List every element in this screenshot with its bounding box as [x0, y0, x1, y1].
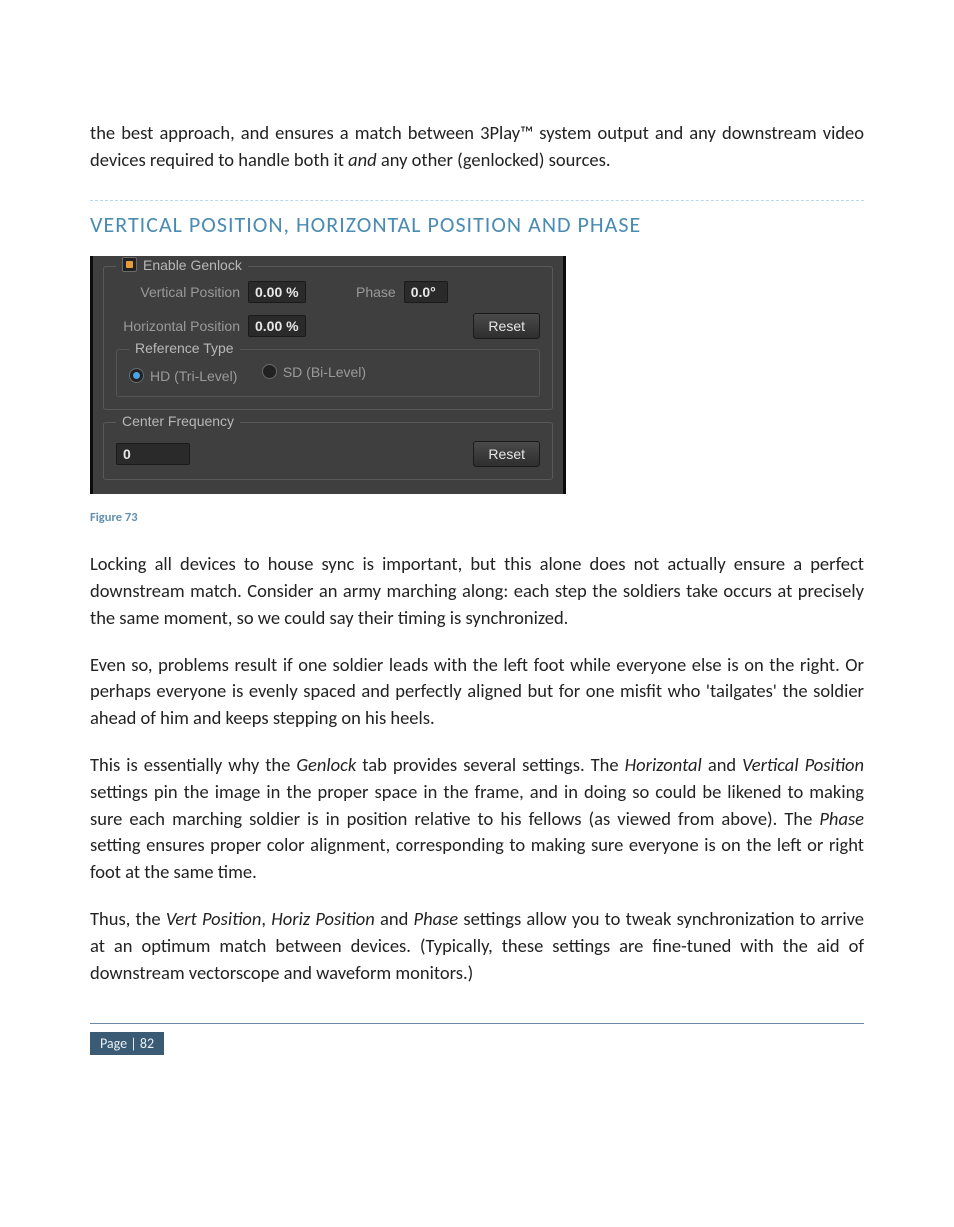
p3-i: setting ensures proper color alignment, …: [90, 833, 864, 883]
reference-type-label: Reference Type: [135, 340, 234, 356]
intro-em: and: [348, 148, 377, 171]
intro-paragraph: the best approach, and ensures a match b…: [90, 120, 864, 174]
center-frequency-reset-button[interactable]: Reset: [473, 441, 540, 467]
p3-d: Horizontal: [625, 753, 702, 776]
p3-g: settings pin the image in the proper spa…: [90, 780, 864, 830]
p3-b: Genlock: [296, 753, 356, 776]
horizontal-position-label: Horizontal Position: [116, 318, 240, 334]
center-frequency-legend: Center Frequency: [116, 413, 240, 429]
p3-a: This is essentially why the: [90, 753, 296, 776]
horizontal-position-row: Horizontal Position 0.00 % Reset: [116, 313, 540, 339]
phase-input[interactable]: 0.0°: [404, 281, 448, 303]
p4-c: ,: [261, 907, 271, 930]
reset-button[interactable]: Reset: [473, 313, 540, 339]
reference-type-legend: Reference Type: [129, 340, 240, 356]
hd-radio-label: HD (Tri-Level): [150, 368, 237, 384]
reference-type-group: Reference Type HD (Tri-Level) SD (Bi-Lev…: [116, 349, 540, 398]
p3-e: and: [702, 753, 742, 776]
center-frequency-group: Center Frequency 0 Reset: [103, 422, 553, 480]
horizontal-position-input[interactable]: 0.00 %: [248, 315, 306, 337]
enable-genlock-legend[interactable]: Enable Genlock: [116, 257, 248, 273]
footer-rule: [90, 1023, 864, 1024]
intro-tail: any other (genlocked) sources.: [377, 148, 611, 171]
sd-radio-label: SD (Bi-Level): [283, 364, 366, 380]
phase-label: Phase: [356, 284, 396, 300]
p3-c: tab provides several settings. The: [356, 753, 624, 776]
p3-h: Phase: [819, 807, 864, 830]
enable-genlock-label: Enable Genlock: [143, 257, 242, 273]
checkbox-checked-indicator: [126, 261, 133, 268]
vertical-position-label: Vertical Position: [116, 284, 240, 300]
vertical-position-row: Vertical Position 0.00 % Phase 0.0°: [116, 281, 540, 303]
paragraph-2: Even so, problems result if one soldier …: [90, 652, 864, 732]
enable-genlock-group: Enable Genlock Vertical Position 0.00 % …: [103, 266, 553, 411]
paragraph-3: This is essentially why the Genlock tab …: [90, 752, 864, 886]
genlock-panel: Enable Genlock Vertical Position 0.00 % …: [90, 256, 566, 495]
paragraph-1: Locking all devices to house sync is imp…: [90, 551, 864, 631]
p4-a: Thus, the: [90, 907, 166, 930]
page-number: Page | 82: [90, 1032, 164, 1055]
sd-bi-level-radio[interactable]: SD (Bi-Level): [262, 364, 366, 380]
checkbox-icon[interactable]: [122, 257, 137, 272]
radio-icon: [262, 364, 277, 379]
section-heading: VERTICAL POSITION, HORIZONTAL POSITION A…: [90, 200, 864, 238]
vertical-position-input[interactable]: 0.00 %: [248, 281, 306, 303]
center-frequency-label: Center Frequency: [122, 413, 234, 429]
paragraph-4: Thus, the Vert Position, Horiz Position …: [90, 906, 864, 986]
p3-f: Vertical Position: [742, 753, 864, 776]
figure-caption: Figure 73: [90, 510, 864, 525]
center-frequency-input[interactable]: 0: [116, 443, 190, 465]
p4-f: Phase: [414, 907, 459, 930]
p4-d: Horiz Position: [271, 907, 375, 930]
hd-tri-level-radio[interactable]: HD (Tri-Level): [129, 368, 237, 384]
p4-e: and: [375, 907, 414, 930]
radio-icon: [129, 368, 144, 383]
p4-b: Vert Position: [166, 907, 262, 930]
